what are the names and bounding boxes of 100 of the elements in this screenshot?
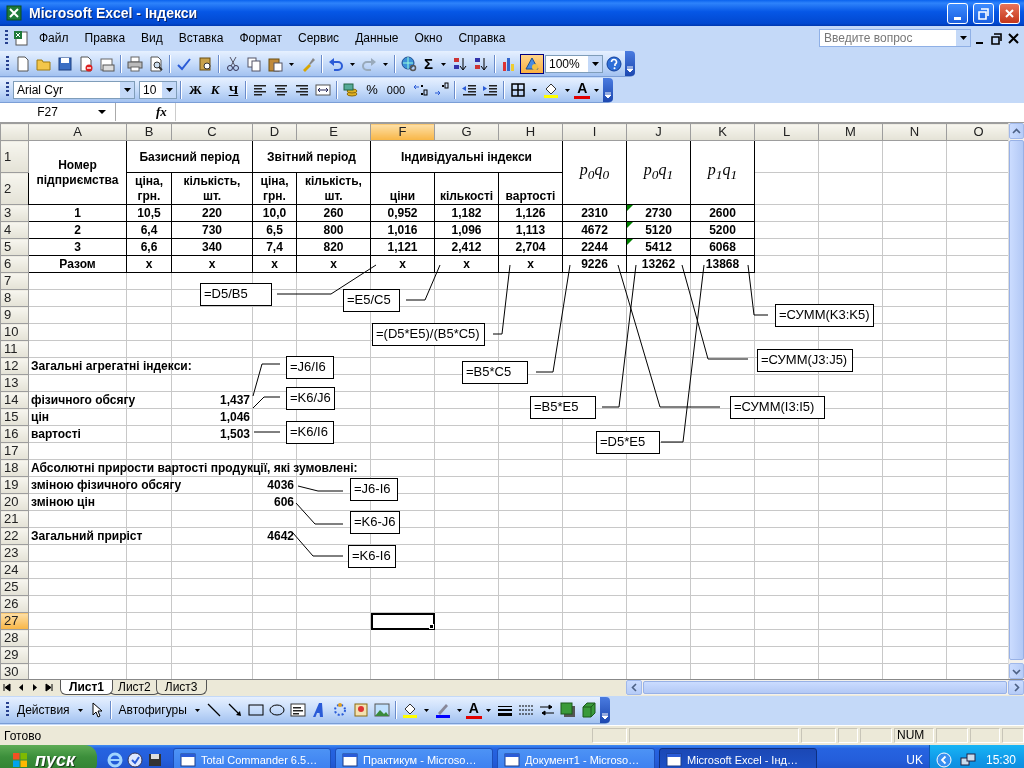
globe-link-icon[interactable] — [401, 55, 417, 72]
percent-style-button[interactable]: % — [362, 81, 382, 99]
menu-item[interactable]: Данные — [347, 29, 407, 47]
menu-item[interactable]: Вставка — [170, 29, 232, 47]
toolbar-grip[interactable] — [6, 55, 9, 72]
menu-item[interactable]: Формат — [231, 29, 291, 47]
menu-item[interactable]: Файл — [31, 29, 77, 47]
bar-chart-icon[interactable] — [501, 55, 517, 72]
column-header[interactable]: N — [882, 123, 947, 141]
sheet-tab[interactable]: Лист2 — [109, 680, 160, 695]
horizontal-scrollbar[interactable] — [626, 680, 1024, 695]
actions-menu-button[interactable]: Действия — [13, 701, 74, 719]
spreadsheet-icon[interactable] — [6, 5, 22, 21]
autosum-button[interactable]: Σ — [420, 54, 437, 73]
column-header[interactable]: D — [252, 123, 297, 141]
print-preview-icon[interactable] — [148, 55, 164, 72]
text-box-icon[interactable] — [289, 702, 306, 718]
column-header[interactable]: O — [946, 123, 1008, 141]
window-icon[interactable] — [180, 752, 196, 768]
row-header[interactable]: 2 — [0, 172, 29, 205]
menu-item[interactable]: Сервис — [290, 29, 348, 47]
column-header[interactable]: C — [171, 123, 253, 141]
show-hidden-icons-icon[interactable] — [935, 752, 952, 768]
toolbar-grip[interactable] — [5, 30, 8, 46]
column-header[interactable]: E — [296, 123, 371, 141]
shadow-icon[interactable] — [560, 702, 576, 718]
paste-icon[interactable] — [267, 55, 283, 72]
bold-button[interactable]: Ж — [185, 81, 206, 99]
language-indicator[interactable]: UK — [906, 753, 923, 767]
cube-3d-icon[interactable] — [581, 702, 597, 718]
align-left-icon[interactable] — [252, 82, 269, 98]
toolbar-grip[interactable] — [6, 82, 9, 98]
diagram-icon[interactable] — [331, 702, 348, 718]
fill-color-icon[interactable] — [401, 702, 418, 718]
next-sheet-icon[interactable] — [30, 682, 40, 693]
italic-button[interactable]: К — [206, 81, 224, 99]
column-header[interactable]: I — [562, 123, 627, 141]
column-header[interactable]: M — [818, 123, 883, 141]
scroll-up-icon[interactable] — [1012, 127, 1021, 135]
network-icon[interactable] — [959, 752, 976, 768]
first-sheet-icon[interactable] — [2, 682, 12, 693]
sheet-tab[interactable]: Лист3 — [155, 680, 207, 695]
zoom-dropdown[interactable]: 100% — [545, 54, 603, 73]
arrow-style-icon[interactable] — [539, 702, 555, 718]
font-color-button[interactable]: A — [465, 701, 482, 719]
column-header[interactable]: B — [126, 123, 172, 141]
menu-item[interactable]: Окно — [406, 29, 451, 47]
column-header[interactable]: J — [626, 123, 691, 141]
currency-icon[interactable] — [343, 82, 360, 98]
font-size-dropdown[interactable]: 10 — [139, 81, 177, 99]
picture-icon[interactable] — [373, 702, 390, 718]
caret-icon[interactable] — [165, 88, 173, 92]
close-icon[interactable] — [1007, 31, 1020, 45]
window-icon[interactable] — [504, 752, 520, 768]
merge-center-icon[interactable] — [315, 82, 332, 98]
rectangle-icon[interactable] — [247, 702, 264, 718]
permission-icon[interactable] — [78, 55, 94, 72]
toolbar-grip[interactable] — [6, 702, 9, 718]
copy-icon[interactable] — [246, 55, 262, 72]
sheet-tab[interactable]: Лист1 — [60, 680, 114, 695]
window-icon[interactable] — [342, 752, 358, 768]
decrease-indent-icon[interactable] — [461, 82, 478, 98]
column-header[interactable]: H — [498, 123, 563, 141]
clip-art-icon[interactable] — [352, 702, 369, 718]
borders-icon[interactable] — [510, 82, 527, 98]
active-cell[interactable] — [370, 612, 435, 630]
dash-style-icon[interactable] — [518, 702, 534, 718]
caret-icon[interactable] — [123, 88, 131, 92]
increase-indent-icon[interactable] — [482, 82, 499, 98]
toolbar-options-icon[interactable] — [604, 91, 613, 99]
arrow-icon[interactable] — [226, 702, 243, 718]
scroll-thumb[interactable] — [643, 681, 1007, 694]
name-box[interactable]: F27 — [0, 103, 116, 121]
oval-icon[interactable] — [268, 702, 285, 718]
sort-ascending-icon[interactable] — [452, 55, 468, 72]
line-icon[interactable] — [205, 702, 222, 718]
scroll-right-icon[interactable] — [1012, 683, 1020, 692]
menu-item[interactable]: Правка — [76, 29, 134, 47]
font-dropdown[interactable]: Arial Cyr — [13, 81, 135, 99]
column-header[interactable]: F — [370, 123, 435, 141]
menu-item[interactable]: Справка — [450, 29, 514, 47]
window-icon[interactable] — [666, 752, 682, 768]
column-header[interactable]: K — [690, 123, 755, 141]
caret-icon[interactable] — [591, 61, 599, 66]
error-indicator-icon[interactable] — [627, 205, 633, 211]
decrease-decimal-icon[interactable] — [433, 82, 450, 98]
undo-icon[interactable] — [328, 55, 344, 72]
column-header[interactable]: L — [754, 123, 819, 141]
caret-icon[interactable] — [959, 36, 967, 40]
line-color-icon[interactable] — [434, 702, 451, 718]
autoshapes-menu-button[interactable]: Автофигуры — [114, 701, 191, 719]
align-right-icon[interactable] — [294, 82, 311, 98]
toolbar-options-icon[interactable] — [601, 712, 609, 720]
sort-descending-icon[interactable] — [473, 55, 489, 72]
floppy-icon[interactable] — [147, 752, 163, 768]
insert-function-button[interactable]: fx — [156, 104, 167, 120]
scissors-icon[interactable] — [225, 55, 241, 72]
browser-icon[interactable] — [107, 752, 123, 768]
font-color-button[interactable]: A — [574, 81, 591, 99]
column-header[interactable]: G — [434, 123, 499, 141]
